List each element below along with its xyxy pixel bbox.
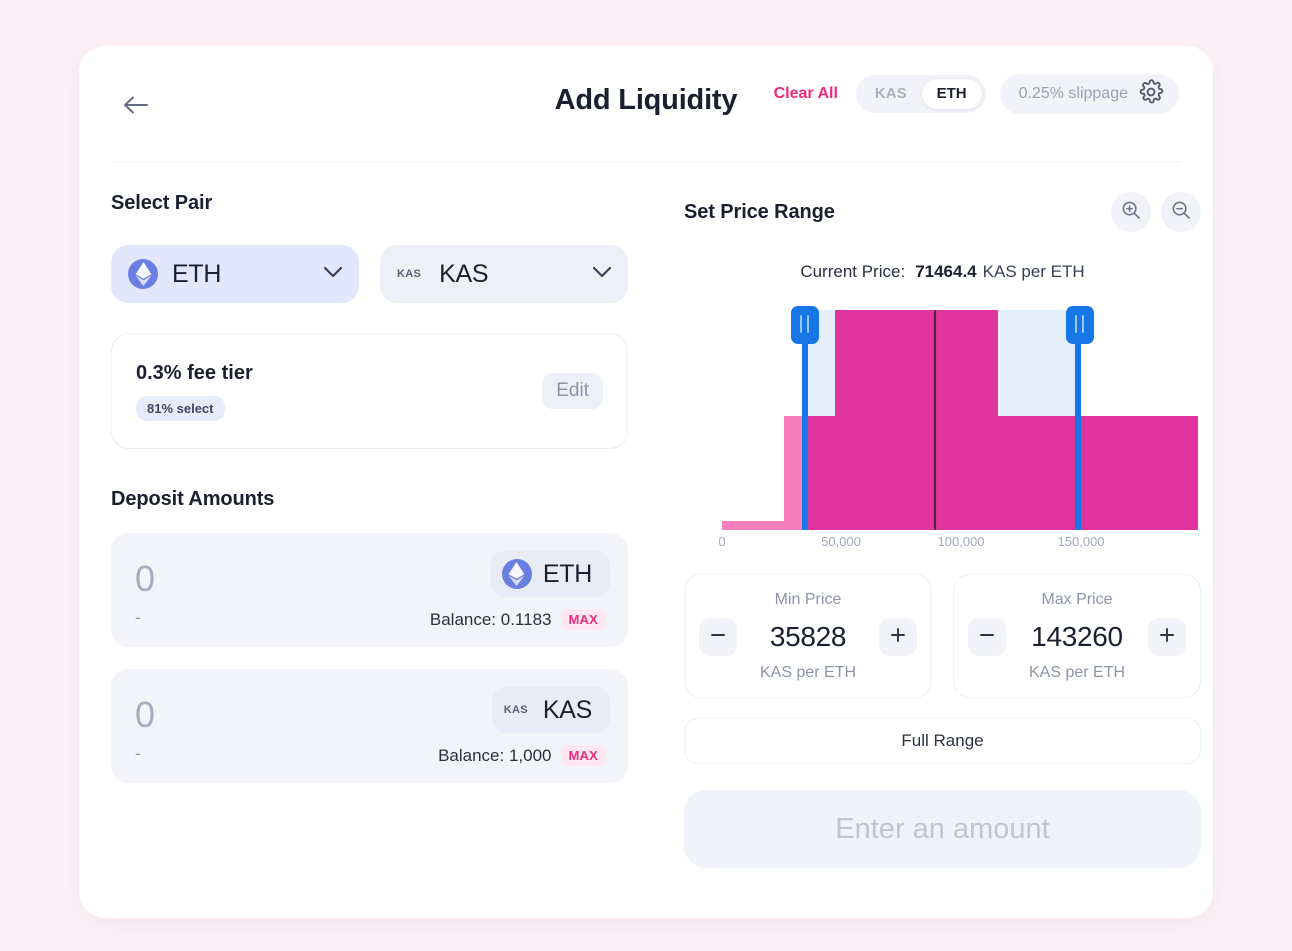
token-selector-kas[interactable]: KAS KAS [380, 245, 628, 303]
max-price-stepper: 143260 [968, 618, 1186, 656]
axis-tick-2: 100,000 [937, 534, 985, 549]
min-price-unit: KAS per ETH [759, 664, 857, 681]
deposit-token-symbol-eth: ETH [542, 559, 592, 588]
deposit-fiat-value-kas: - [135, 744, 141, 763]
zoom-in-button[interactable] [1111, 192, 1151, 232]
axis-tick-0: 0 [718, 534, 726, 549]
header-actions: Clear All KAS ETH 0.25% slippage [770, 74, 1179, 114]
fee-tier-select-badge: 81% select [136, 395, 225, 421]
eth-token-icon [501, 559, 532, 589]
current-price-value: 71464.4 [915, 262, 977, 281]
deposit-token-chip-kas[interactable]: KAS KAS [491, 687, 610, 733]
chevron-down-icon[interactable] [323, 265, 343, 283]
card-body: Select Pair ETH KAS KAS 0.3% fee tier 81… [79, 162, 1213, 868]
eth-token-icon [128, 259, 158, 289]
max-button-eth[interactable]: MAX [560, 609, 606, 630]
deposit-balance-kas: Balance: 1,000 MAX [438, 745, 606, 766]
max-price-label: Max Price [1041, 591, 1113, 608]
deposit-amount-input-eth[interactable]: 0 [135, 558, 155, 600]
liquidity-chart-svg[interactable] [684, 302, 1201, 530]
chart-bars-out-of-range [722, 416, 808, 530]
plus-icon [890, 627, 906, 648]
max-button-kas[interactable]: MAX [560, 745, 606, 766]
deposit-token-symbol-kas: KAS [542, 695, 592, 724]
min-price-increment-button[interactable] [879, 618, 917, 656]
axis-tick-3: 150,000 [1057, 534, 1105, 549]
deposit-row-eth: 0 - ETH Balance: 0.1183 MAX [111, 533, 628, 647]
zoom-in-icon [1121, 200, 1141, 225]
kas-token-icon: KAS [397, 268, 422, 280]
max-price-decrement-button[interactable] [968, 618, 1006, 656]
kas-token-icon: KAS [503, 704, 528, 716]
current-price-unit: KAS per ETH [982, 262, 1085, 281]
max-price-increment-button[interactable] [1147, 618, 1186, 656]
max-price-card: Max Price 143260 KAS per ETH [953, 574, 1201, 698]
min-price-value[interactable]: 35828 [770, 621, 847, 653]
deposit-balance-eth: Balance: 0.1183 MAX [430, 609, 606, 630]
max-price-unit: KAS per ETH [1028, 664, 1126, 681]
token-toggle-option-eth[interactable]: ETH [921, 79, 982, 109]
token-selector-eth[interactable]: ETH [111, 245, 359, 303]
chart-axis-labels: 0 50,000 100,000 150,000 [684, 534, 1201, 556]
deposit-fiat-value-eth: - [135, 608, 141, 627]
plus-icon [1159, 627, 1175, 648]
current-price-row: Current Price: 71464.4 KAS per ETH [684, 262, 1201, 282]
fee-tier-info: 0.3% fee tier 81% select [136, 362, 253, 421]
minus-icon [979, 627, 995, 648]
axis-tick-1: 50,000 [821, 534, 861, 549]
set-price-range-title: Set Price Range [684, 200, 835, 223]
slippage-settings-button[interactable]: 0.25% slippage [999, 74, 1179, 114]
deposit-balance-label-eth: Balance: 0.1183 [429, 609, 552, 629]
token-selector-eth-symbol: ETH [172, 259, 222, 288]
zoom-out-button[interactable] [1161, 192, 1201, 232]
deposit-amount-input-kas[interactable]: 0 [135, 694, 155, 736]
min-price-decrement-button[interactable] [699, 618, 737, 656]
add-liquidity-card: Add Liquidity Clear All KAS ETH 0.25% sl… [79, 46, 1213, 918]
deposit-amounts-title: Deposit Amounts [111, 488, 275, 510]
fee-tier-card: 0.3% fee tier 81% select Edit [111, 333, 628, 449]
fee-tier-title: 0.3% fee tier [136, 361, 253, 384]
fee-tier-edit-button[interactable]: Edit [542, 373, 603, 409]
gear-icon[interactable] [1138, 78, 1164, 110]
full-range-button[interactable]: Full Range [684, 718, 1201, 764]
header: Add Liquidity Clear All KAS ETH 0.25% sl… [111, 46, 1181, 162]
clear-all-button[interactable]: Clear All [770, 79, 842, 109]
token-toggle[interactable]: KAS ETH [855, 75, 986, 113]
deposit-token-chip-eth[interactable]: ETH [489, 551, 610, 597]
min-price-card: Min Price 35828 KAS per ETH [684, 574, 932, 698]
chart-zoom-controls [1111, 192, 1201, 232]
select-pair-title: Select Pair [111, 192, 213, 214]
pair-selector-row: ETH KAS KAS [111, 245, 628, 303]
price-range-header: Set Price Range [684, 192, 1201, 232]
min-price-stepper: 35828 [699, 618, 917, 656]
deposit-balance-label-kas: Balance: 1,000 [438, 745, 552, 765]
token-selector-kas-symbol: KAS [439, 259, 489, 288]
min-price-label: Min Price [774, 591, 842, 608]
left-column: Select Pair ETH KAS KAS 0.3% fee tier 81… [111, 192, 628, 868]
current-price-label: Current Price: [800, 262, 906, 281]
right-column: Set Price Range Current Price: 71464.4 K… [684, 192, 1201, 868]
max-price-value[interactable]: 143260 [1031, 621, 1123, 653]
minus-icon [710, 627, 726, 648]
slippage-label: 0.25% slippage [1018, 85, 1128, 102]
chevron-down-icon[interactable] [592, 265, 612, 283]
liquidity-depth-chart[interactable]: 0 50,000 100,000 150,000 [684, 302, 1201, 552]
zoom-out-icon [1171, 200, 1191, 225]
submit-button[interactable]: Enter an amount [684, 790, 1201, 868]
token-toggle-option-kas[interactable]: KAS [860, 79, 922, 109]
price-range-inputs: Min Price 35828 KAS per ETH Max Price 14… [684, 574, 1201, 698]
deposit-row-kas: 0 - KAS KAS Balance: 1,000 MAX [111, 669, 628, 783]
